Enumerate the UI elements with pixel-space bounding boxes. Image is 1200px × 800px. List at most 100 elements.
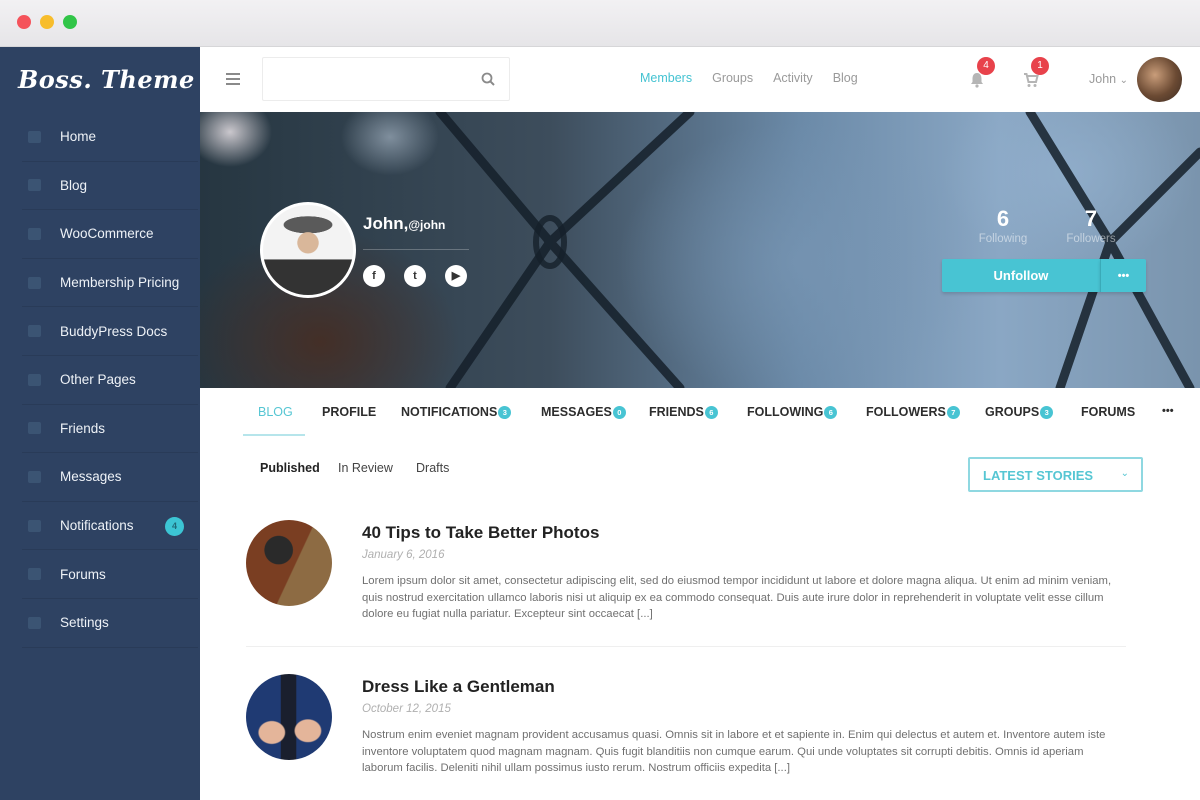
sidebar-nav: Home Blog WooCommerce Membership Pricing… — [22, 113, 198, 648]
post-title[interactable]: Dress Like a Gentleman — [362, 677, 555, 697]
youtube-icon[interactable]: ▶ — [445, 265, 467, 287]
sidebar-item-label: Messages — [60, 469, 122, 485]
sidebar-item-forums[interactable]: Forums — [22, 550, 198, 599]
top-nav: Members Groups Activity Blog — [640, 71, 858, 85]
sidebar-item-home[interactable]: Home — [22, 113, 198, 162]
topnav-members[interactable]: Members — [640, 71, 692, 85]
sidebar-item-woocommerce[interactable]: WooCommerce — [22, 210, 198, 259]
chevron-down-icon: ⌄ — [1120, 468, 1129, 479]
tab-label: FOLLOWERS — [866, 405, 946, 419]
chevron-down-icon: ⌄ — [1119, 75, 1128, 86]
notifications-count-badge: 4 — [165, 516, 184, 536]
topnav-groups[interactable]: Groups — [712, 71, 753, 85]
tab-profile[interactable]: PROFILE — [322, 405, 376, 419]
notifications-button[interactable]: 4 — [968, 57, 995, 89]
twitter-icon[interactable]: t — [404, 265, 426, 287]
subtab-in-review[interactable]: In Review — [338, 461, 393, 475]
sidebar-item-label: Blog — [60, 177, 88, 193]
post-thumbnail[interactable] — [246, 520, 332, 606]
cart-button[interactable]: 1 — [1022, 57, 1049, 89]
sidebar-item-friends[interactable]: Friends — [22, 405, 198, 454]
following-stat[interactable]: 6 Following — [968, 206, 1038, 245]
sort-select-value: LATEST STORIES — [983, 468, 1094, 483]
tab-notifications[interactable]: NOTIFICATIONS 3 — [401, 405, 512, 419]
tab-count-badge: 3 — [498, 406, 512, 419]
sidebar-item-label: Forums — [60, 566, 106, 582]
subtab-drafts[interactable]: Drafts — [416, 461, 449, 475]
post-thumbnail[interactable] — [246, 674, 332, 760]
profile-cover: John,@john f t ▶ 6 Following 7 Followers… — [200, 112, 1200, 388]
profile-divider — [363, 249, 469, 250]
user-avatar[interactable] — [1137, 57, 1182, 102]
tab-blog[interactable]: BLOG — [258, 405, 293, 419]
sidebar-item-notifications[interactable]: Notifications 4 — [22, 502, 198, 551]
sidebar-item-label: Friends — [60, 420, 106, 436]
folder-icon — [28, 325, 41, 338]
following-count: 6 — [996, 206, 1010, 231]
sidebar-item-buddypress-docs[interactable]: BuddyPress Docs — [22, 307, 198, 356]
sidebar-item-label: Membership Pricing — [60, 275, 180, 291]
tab-messages[interactable]: MESSAGES 0 — [541, 405, 626, 419]
post-divider — [246, 646, 1126, 647]
tab-count-badge: 6 — [824, 406, 838, 419]
notifications-badge: 4 — [977, 57, 995, 75]
page-icon — [28, 276, 41, 289]
profile-tabs: BLOG PROFILE NOTIFICATIONS 3 MESSAGES 0 FR… — [200, 388, 1200, 438]
cart-badge: 1 — [1031, 57, 1049, 75]
user-menu-toggle[interactable]: John ⌄ — [1089, 72, 1128, 86]
post-date: January 6, 2016 — [362, 549, 445, 561]
site-logo[interactable]: Boss. Theme — [18, 65, 195, 94]
post-title[interactable]: 40 Tips to Take Better Photos — [362, 523, 599, 543]
tab-label: BLOG — [258, 405, 293, 419]
tab-more-icon[interactable]: ••• — [1162, 405, 1174, 417]
menu-toggle-icon[interactable] — [226, 73, 240, 85]
post-date: October 12, 2015 — [362, 703, 451, 715]
profile-avatar[interactable] — [260, 202, 356, 298]
sidebar-item-label: Other Pages — [60, 372, 136, 388]
pages-icon — [28, 373, 41, 386]
followers-count: 7 — [1084, 206, 1098, 231]
tab-groups[interactable]: GROUPS 3 — [985, 405, 1054, 419]
friends-icon — [28, 422, 41, 435]
more-actions-button[interactable]: ••• — [1100, 259, 1146, 292]
search-input[interactable] — [263, 58, 463, 100]
unfollow-button[interactable]: Unfollow — [942, 259, 1100, 292]
tab-label: FOLLOWING — [747, 405, 824, 419]
tab-count-badge: 7 — [946, 406, 960, 419]
maximize-window-button[interactable] — [63, 15, 77, 29]
sidebar-item-settings[interactable]: Settings — [22, 599, 198, 648]
minimize-window-button[interactable] — [40, 15, 54, 29]
bell-icon — [28, 519, 41, 532]
username-label: John — [1089, 72, 1117, 86]
sidebar-item-blog[interactable]: Blog — [22, 162, 198, 211]
tab-label: FORUMS — [1081, 405, 1136, 419]
profile-display-name: John — [363, 214, 404, 233]
top-bar: Members Groups Activity Blog 4 1 John ⌄ — [200, 47, 1200, 112]
close-window-button[interactable] — [17, 15, 31, 29]
sidebar-item-label: Settings — [60, 615, 109, 631]
sort-select[interactable]: LATEST STORIES ⌄ — [968, 457, 1143, 492]
topnav-blog[interactable]: Blog — [833, 71, 858, 85]
sidebar-item-other-pages[interactable]: Other Pages — [22, 356, 198, 405]
post-excerpt: Lorem ipsum dolor sit amet, consectetur … — [362, 575, 1112, 620]
search-box — [262, 57, 510, 101]
followers-stat[interactable]: 7 Followers — [1056, 206, 1126, 245]
subtab-published[interactable]: Published — [260, 461, 320, 475]
tab-label: NOTIFICATIONS — [401, 405, 498, 419]
window-titlebar — [0, 0, 1200, 47]
tab-following[interactable]: FOLLOWING 6 — [747, 405, 838, 419]
tab-label: PROFILE — [322, 405, 377, 419]
sidebar-item-membership-pricing[interactable]: Membership Pricing — [22, 259, 198, 308]
search-icon[interactable] — [481, 72, 495, 86]
facebook-icon[interactable]: f — [363, 265, 385, 287]
tab-followers[interactable]: FOLLOWERS 7 — [866, 405, 960, 419]
topnav-activity[interactable]: Activity — [773, 71, 813, 85]
tab-forums[interactable]: FORUMS — [1081, 405, 1135, 419]
forums-icon — [28, 568, 41, 581]
tab-label: MESSAGES — [541, 405, 612, 419]
tab-friends[interactable]: FRIENDS 6 — [649, 405, 718, 419]
sidebar-item-messages[interactable]: Messages — [22, 453, 198, 502]
tab-label: GROUPS — [985, 405, 1040, 419]
following-label: Following — [978, 233, 1028, 245]
sidebar: Boss. Theme Home Blog WooCommerce Member… — [0, 47, 200, 800]
